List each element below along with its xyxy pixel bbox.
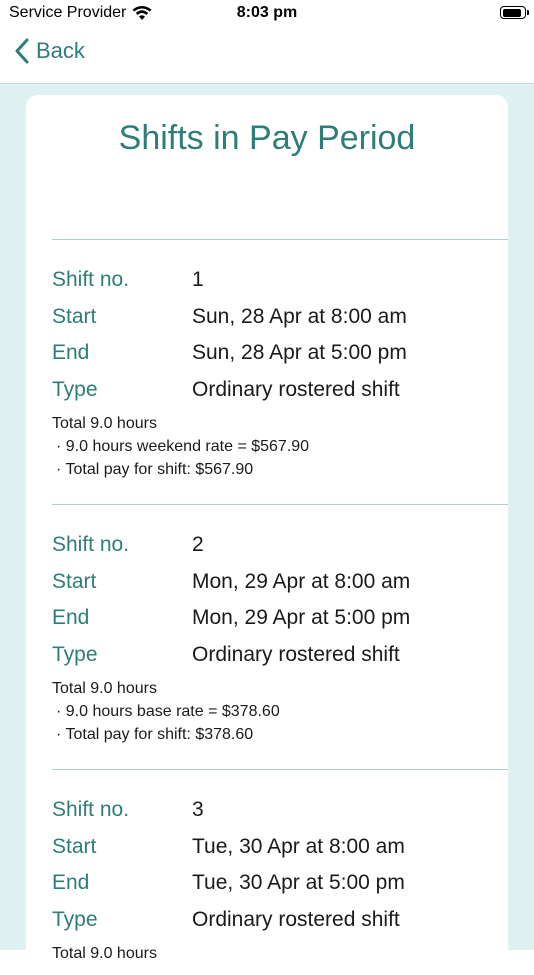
shift-type-row: Type Ordinary rostered shift xyxy=(52,643,400,667)
type-label: Type xyxy=(52,378,98,401)
start-value: Sun, 28 Apr at 8:00 am xyxy=(192,305,407,328)
clock: 8:03 pm xyxy=(236,4,298,21)
shift-summary: Total 9.0 hours · 9.0 hours weekend rate… xyxy=(52,412,309,481)
battery-icon xyxy=(500,6,529,19)
type-value: Ordinary rostered shift xyxy=(192,378,400,401)
shift-number-row: Shift no. 3 xyxy=(52,798,204,822)
end-label: End xyxy=(52,341,90,364)
shift-number-label: Shift no. xyxy=(52,268,130,291)
shift-entry: Shift no. 2 Start Mon, 29 Apr at 8:00 am… xyxy=(52,504,508,770)
start-value: Tue, 30 Apr at 8:00 am xyxy=(192,835,405,858)
shift-type-row: Type Ordinary rostered shift xyxy=(52,378,400,402)
shift-number-value: 2 xyxy=(192,533,204,556)
end-value: Sun, 28 Apr at 5:00 pm xyxy=(192,341,407,364)
shift-number-row: Shift no. 2 xyxy=(52,533,204,557)
total-hours: Total 9.0 hours xyxy=(52,945,157,962)
page-title: Shifts in Pay Period xyxy=(118,119,416,157)
navigation-bar: Back xyxy=(0,28,534,84)
chevron-left-icon xyxy=(15,38,29,64)
pay-line: · Total pay for shift: $567.90 xyxy=(56,461,254,478)
type-label: Type xyxy=(52,908,98,931)
shifts-card[interactable]: Shifts in Pay Period Shift no. 1 Start S… xyxy=(26,95,508,975)
rate-line: · 9.0 hours weekend rate = $567.90 xyxy=(56,438,310,455)
shift-entry: Shift no. 1 Start Sun, 28 Apr at 8:00 am… xyxy=(52,239,508,505)
shift-entry: Shift no. 3 Start Tue, 30 Apr at 8:00 am… xyxy=(52,769,508,970)
shift-start-row: Start Tue, 30 Apr at 8:00 am xyxy=(52,835,405,859)
shift-number-label: Shift no. xyxy=(52,533,130,556)
end-label: End xyxy=(52,871,90,894)
type-value: Ordinary rostered shift xyxy=(192,643,400,666)
start-value: Mon, 29 Apr at 8:00 am xyxy=(192,570,411,593)
status-bar: Service Provider 8:03 pm xyxy=(0,0,534,28)
end-label: End xyxy=(52,606,90,629)
shift-number-label: Shift no. xyxy=(52,798,130,821)
shift-number-value: 1 xyxy=(192,268,204,291)
type-value: Ordinary rostered shift xyxy=(192,908,400,931)
battery-level xyxy=(502,8,521,17)
type-label: Type xyxy=(52,643,98,666)
back-label: Back xyxy=(36,38,85,63)
shift-end-row: End Tue, 30 Apr at 5:00 pm xyxy=(52,871,405,895)
pay-line: · Total pay for shift: $378.60 xyxy=(56,726,254,743)
shift-number-value: 3 xyxy=(192,798,204,821)
shift-summary: Total 9.0 hours xyxy=(52,942,157,965)
shift-end-row: End Mon, 29 Apr at 5:00 pm xyxy=(52,606,410,630)
end-value: Mon, 29 Apr at 5:00 pm xyxy=(192,606,411,629)
shift-type-row: Type Ordinary rostered shift xyxy=(52,908,400,932)
shift-number-row: Shift no. 1 xyxy=(52,268,204,292)
shift-end-row: End Sun, 28 Apr at 5:00 pm xyxy=(52,341,407,365)
shift-summary: Total 9.0 hours · 9.0 hours base rate = … xyxy=(52,677,280,746)
start-label: Start xyxy=(52,305,97,328)
start-label: Start xyxy=(52,835,97,858)
shift-start-row: Start Mon, 29 Apr at 8:00 am xyxy=(52,570,410,594)
total-hours: Total 9.0 hours xyxy=(52,415,157,432)
start-label: Start xyxy=(52,570,97,593)
end-value: Tue, 30 Apr at 5:00 pm xyxy=(192,871,405,894)
shift-start-row: Start Sun, 28 Apr at 8:00 am xyxy=(52,305,407,329)
total-hours: Total 9.0 hours xyxy=(52,680,157,697)
rate-line: · 9.0 hours base rate = $378.60 xyxy=(56,703,280,720)
back-button[interactable]: Back xyxy=(14,38,85,64)
